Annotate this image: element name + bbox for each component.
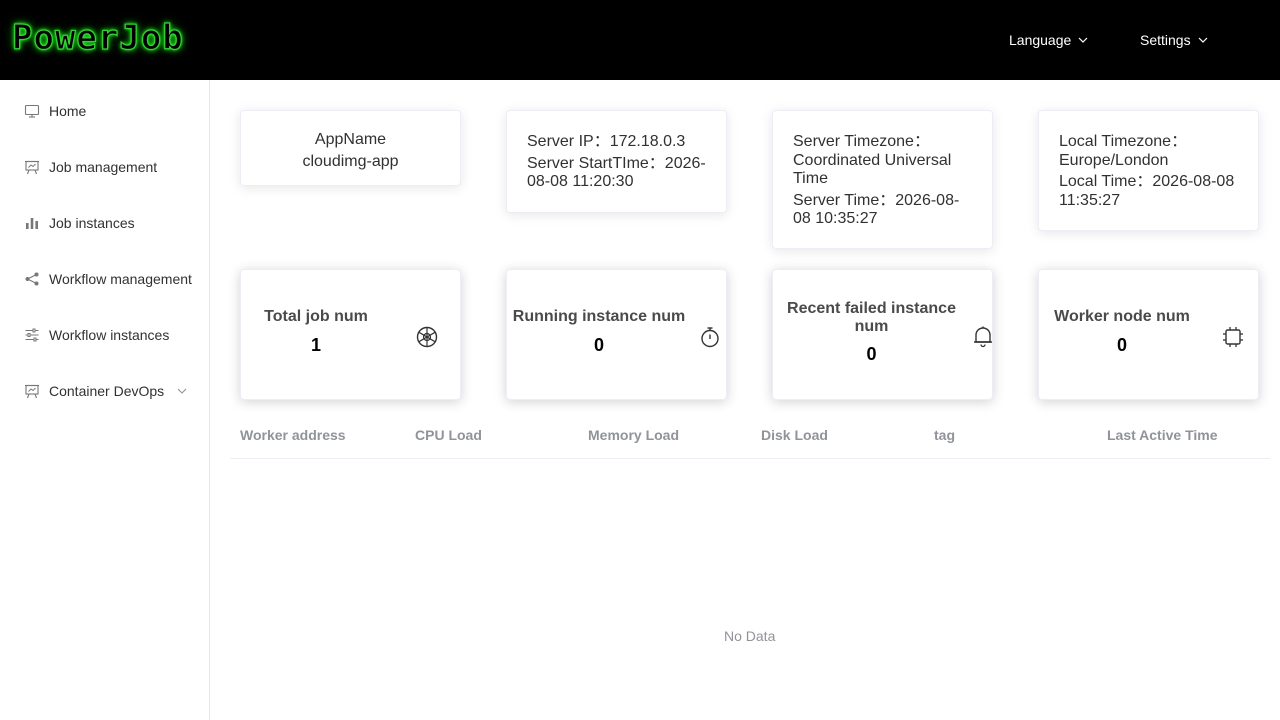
worker-node-card: Worker node num 0 bbox=[1038, 269, 1259, 400]
table-empty-text: No Data bbox=[724, 628, 776, 644]
server-time-line1: Server Time：2026-08- bbox=[793, 191, 960, 209]
chevron-down-icon bbox=[1078, 37, 1088, 43]
chevron-down-icon bbox=[1198, 37, 1208, 43]
worker-node-label: Worker node num bbox=[1054, 308, 1190, 325]
settings-menu-label: Settings bbox=[1140, 32, 1191, 48]
total-job-label: Total job num bbox=[264, 308, 368, 325]
server-ip: Server IP：172.18.0.3 bbox=[527, 133, 686, 150]
server-timezone-card: Server Timezone： Coordinated Universal T… bbox=[772, 110, 993, 249]
share-icon bbox=[25, 272, 39, 286]
running-instance-value: 0 bbox=[593, 335, 604, 355]
column-memory-load: Memory Load bbox=[588, 427, 680, 443]
aperture-icon bbox=[416, 326, 438, 348]
sidebar-item-label: Job management bbox=[49, 159, 158, 175]
sidebar-item-job-instances[interactable]: Job instances bbox=[0, 195, 209, 251]
server-timezone-line3: Time bbox=[793, 170, 828, 187]
settings-menu[interactable]: Settings bbox=[1140, 0, 1209, 80]
sidebar-item-label: Home bbox=[49, 103, 87, 119]
powerjob-logo[interactable]: PowerJob bbox=[11, 17, 184, 58]
server-time-line2: 08 10:35:27 bbox=[793, 210, 878, 227]
sidebar-item-label: Job instances bbox=[49, 215, 135, 231]
local-time-line2: 11:35:27 bbox=[1059, 191, 1121, 209]
server-start-time-line1: Server StartTIme：2026- bbox=[527, 154, 706, 172]
sidebar-item-label: Workflow management bbox=[49, 271, 192, 287]
total-job-value: 1 bbox=[310, 335, 321, 355]
worker-node-value: 0 bbox=[1116, 335, 1127, 355]
server-timezone-line1: Server Timezone： bbox=[793, 133, 930, 150]
column-tag: tag bbox=[934, 427, 955, 443]
app-name-value: cloudimg-app bbox=[302, 152, 399, 170]
sliders-icon bbox=[25, 328, 39, 342]
monitor-icon bbox=[24, 104, 40, 118]
sidebar-item-workflow-management[interactable]: Workflow management bbox=[0, 251, 209, 307]
sidebar-item-job-management[interactable]: Job management bbox=[0, 139, 209, 195]
recent-failed-card: Recent failed instance num 0 bbox=[772, 269, 993, 400]
sidebar-item-container-devops[interactable]: Container DevOps bbox=[0, 363, 209, 419]
column-worker-address: Worker address bbox=[240, 427, 346, 443]
sidebar-item-workflow-instances[interactable]: Workflow instances bbox=[0, 307, 209, 363]
bell-icon bbox=[974, 326, 992, 348]
recent-failed-value: 0 bbox=[866, 344, 877, 364]
local-timezone-line2: Europe/London bbox=[1059, 151, 1169, 169]
server-info-card: Server IP：172.18.0.3 Server StartTIme：20… bbox=[506, 110, 727, 213]
app-name-label: AppName bbox=[314, 131, 387, 148]
sidebar-item-label: Workflow instances bbox=[49, 327, 170, 343]
sidebar-menu: Home Job management Job instances Workfl… bbox=[0, 80, 210, 720]
local-time-line1: Local Time：2026-08-08 bbox=[1059, 173, 1235, 190]
running-instance-label: Running instance num bbox=[512, 308, 686, 325]
sidebar-item-label: Container DevOps bbox=[49, 383, 165, 399]
local-timezone-card: Local Timezone： Europe/London Local Time… bbox=[1038, 110, 1259, 231]
recent-failed-label-line2: num bbox=[854, 318, 889, 335]
language-menu[interactable]: Language bbox=[1009, 0, 1089, 80]
local-timezone-line1: Local Timezone： bbox=[1059, 133, 1188, 150]
column-last-active-time: Last Active Time bbox=[1107, 427, 1218, 443]
app-name-card: AppName cloudimg-app bbox=[240, 110, 461, 186]
presentation-icon bbox=[25, 384, 39, 399]
server-timezone-line2: Coordinated Universal bbox=[793, 151, 952, 169]
language-menu-label: Language bbox=[1009, 32, 1072, 48]
presentation-icon bbox=[25, 160, 39, 175]
column-cpu-load: CPU Load bbox=[415, 427, 482, 443]
table-header-divider bbox=[230, 458, 1270, 459]
stopwatch-icon bbox=[701, 327, 719, 348]
running-instance-card: Running instance num 0 bbox=[506, 269, 727, 400]
top-header: PowerJob Language Settings bbox=[0, 0, 1280, 80]
chevron-down-icon[interactable] bbox=[176, 385, 188, 397]
server-start-time-line2: 08-08 11:20:30 bbox=[527, 173, 634, 190]
sidebar-item-home[interactable]: Home bbox=[0, 83, 209, 139]
recent-failed-label-line1: Recent failed instance bbox=[787, 300, 956, 317]
cpu-chip-icon bbox=[1223, 327, 1243, 347]
column-disk-load: Disk Load bbox=[761, 427, 828, 443]
bar-chart-icon bbox=[26, 218, 38, 229]
total-job-card: Total job num 1 bbox=[240, 269, 461, 400]
